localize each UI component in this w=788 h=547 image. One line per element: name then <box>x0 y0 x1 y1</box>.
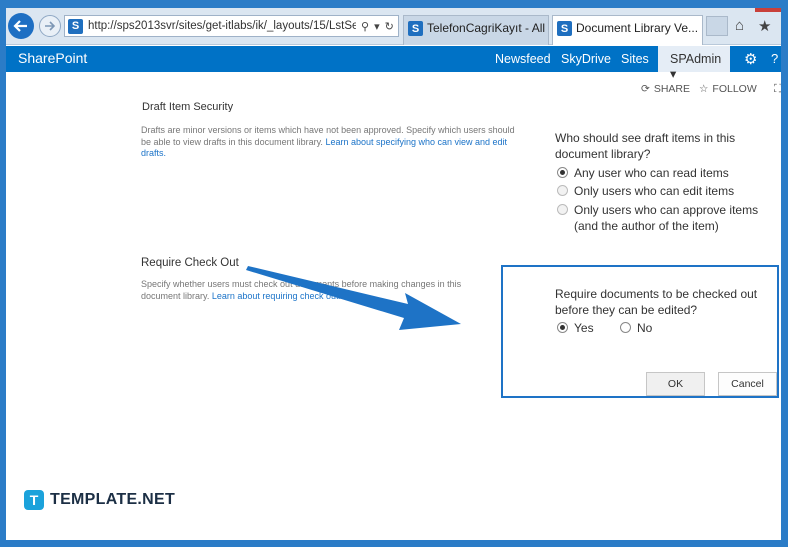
watermark-text: TEMPLATE.NET <box>50 491 176 508</box>
annotation-arrow-icon <box>246 266 461 330</box>
template-logo-icon: T <box>24 490 44 510</box>
template-watermark: T TEMPLATE.NET <box>24 490 175 510</box>
browser-window: S http://sps2013svr/sites/get-itlabs/ik/… <box>6 8 781 540</box>
